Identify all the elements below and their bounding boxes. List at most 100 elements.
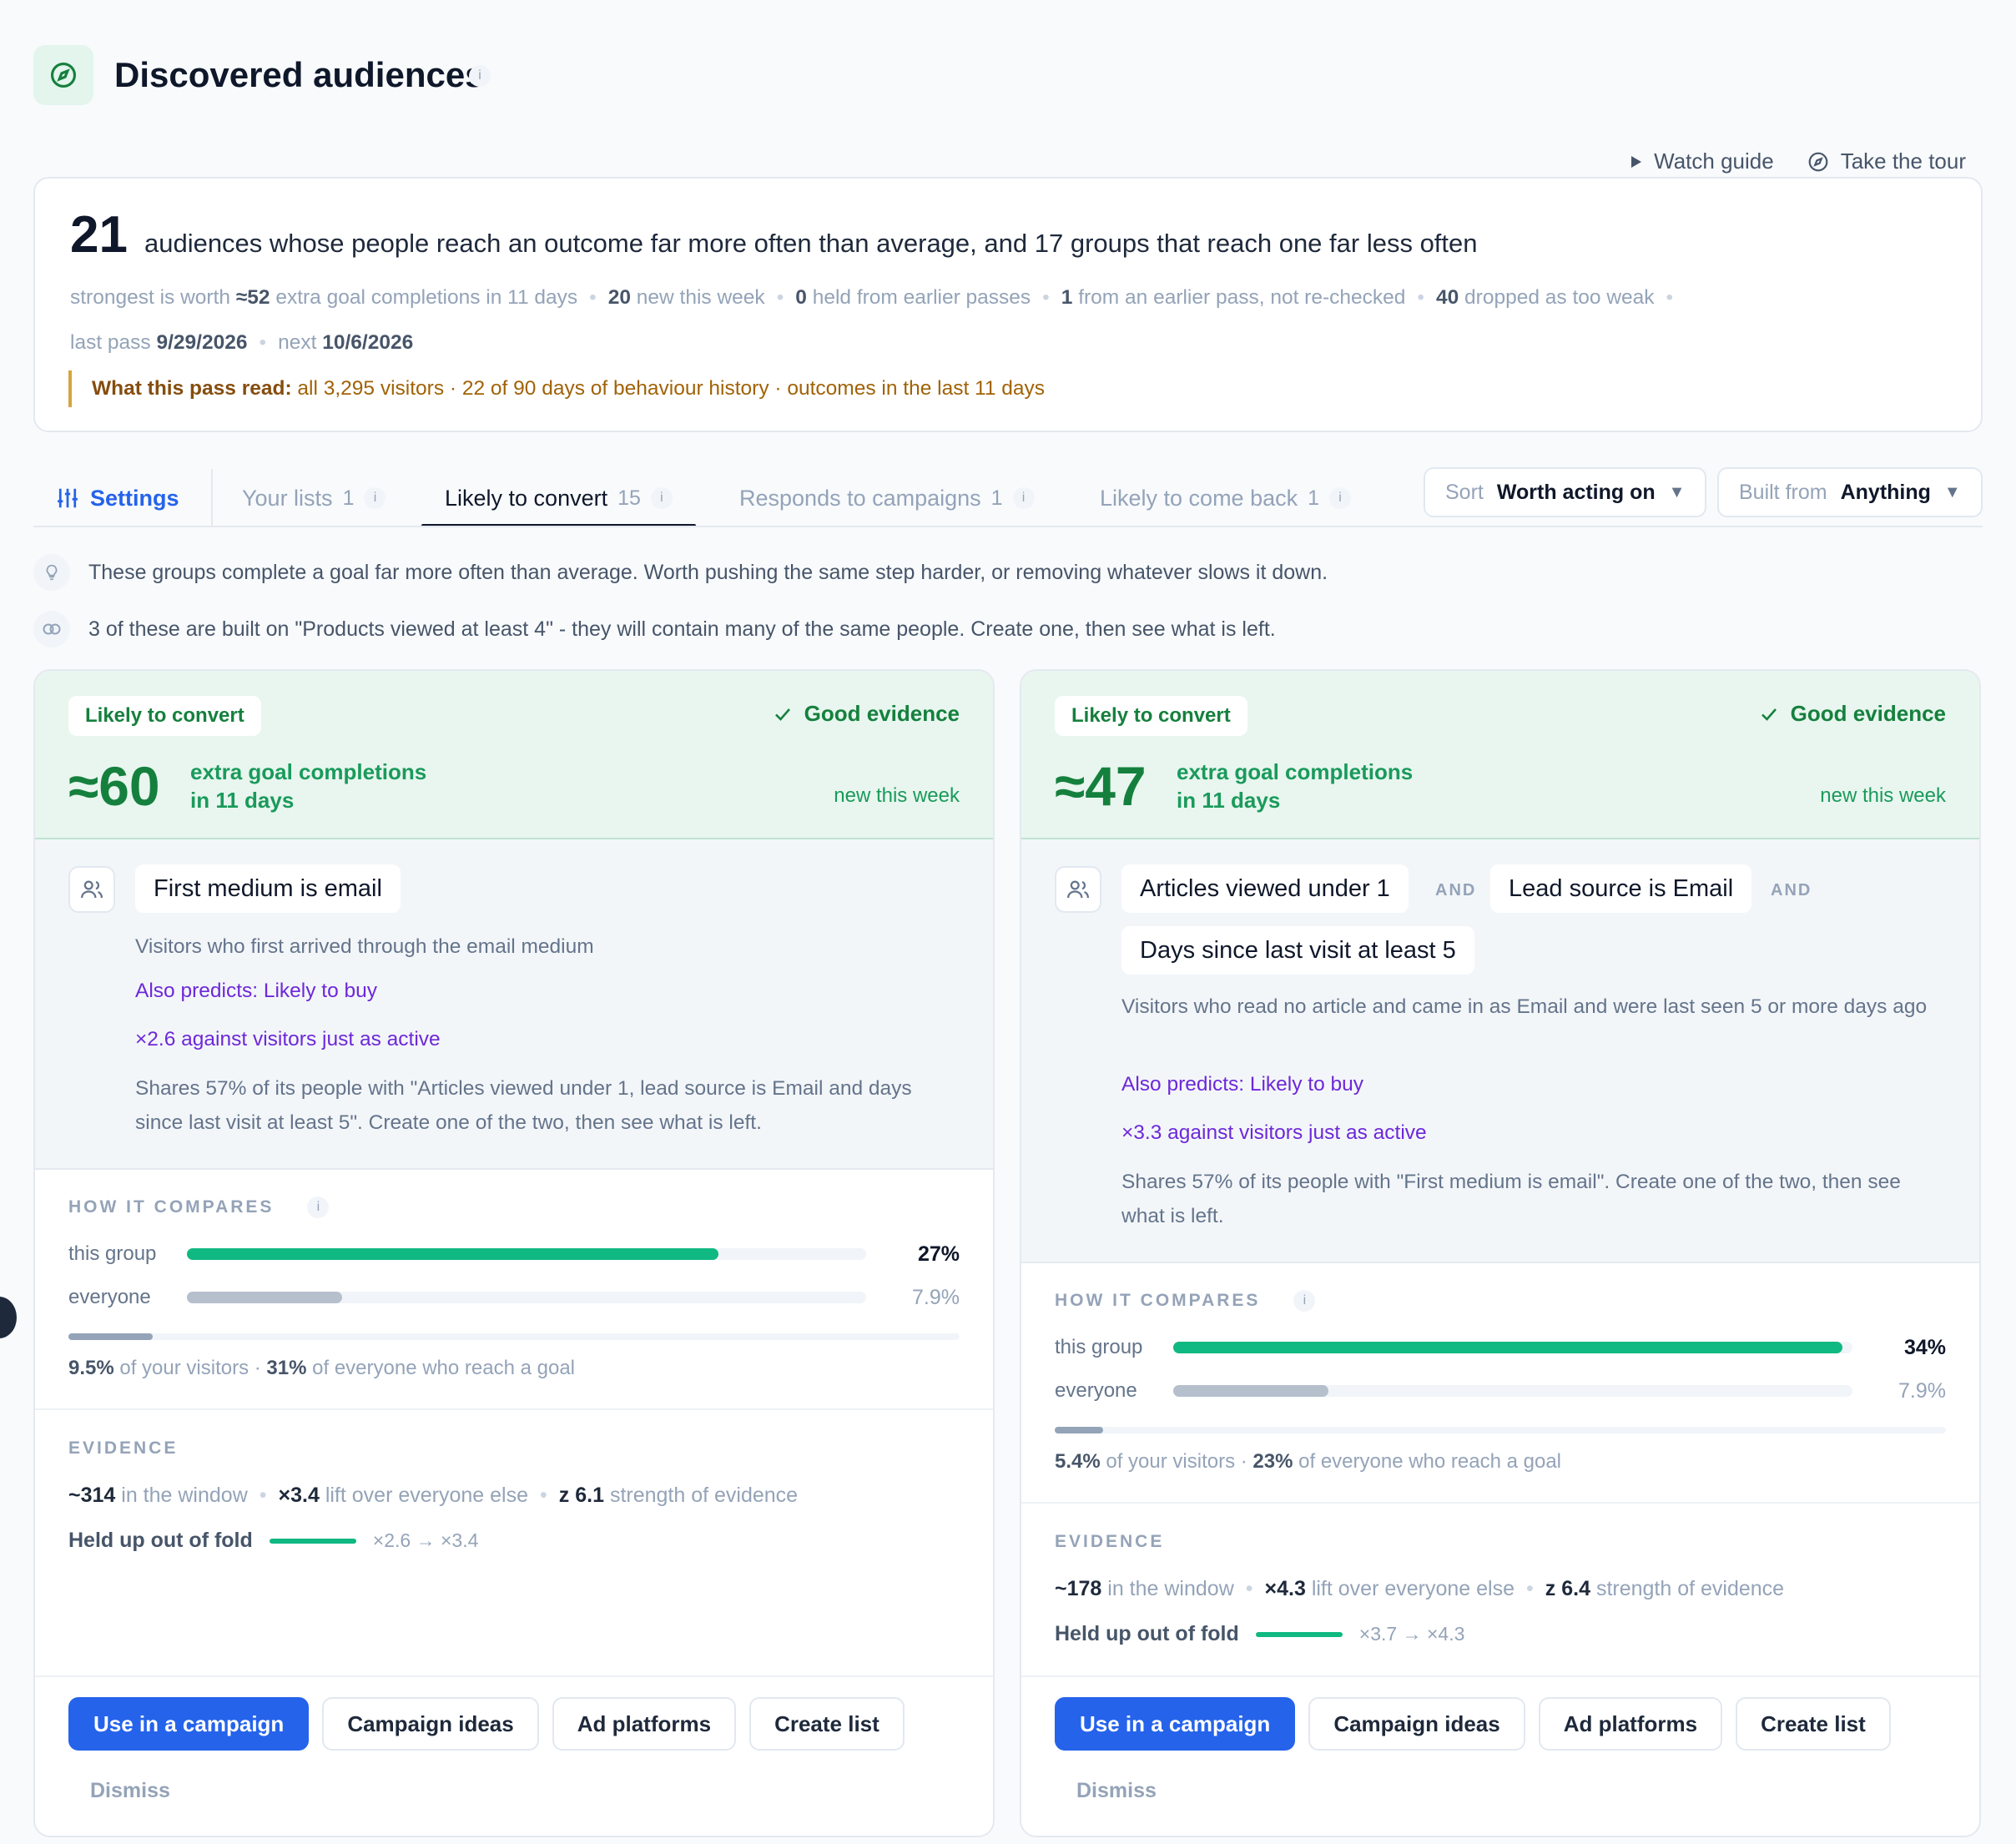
- in-window-label: in the window: [121, 1484, 248, 1507]
- lift-value: ×3.4: [278, 1484, 320, 1507]
- check-icon: [774, 708, 790, 721]
- watch-guide-link[interactable]: Watch guide: [1630, 149, 1774, 174]
- page-title: Discovered audiences: [114, 55, 485, 94]
- new-this-week-label: new this week: [834, 784, 960, 807]
- everyone-bar: [1173, 1385, 1329, 1397]
- against-active-link[interactable]: ×2.6 against visitors just as active: [135, 1028, 441, 1051]
- settings-tab[interactable]: Settings: [55, 472, 179, 524]
- of-everyone-label: of everyone who reach a goal: [312, 1357, 576, 1379]
- meta-next-pre: next: [278, 331, 317, 354]
- use-in-campaign-button[interactable]: Use in a campaign: [1055, 1697, 1296, 1751]
- extra-completions-label: extra goal completions in 11 days: [190, 758, 426, 814]
- card-actions: Use in a campaign Campaign ideas Ad plat…: [68, 1697, 905, 1751]
- settings-label: Settings: [90, 485, 179, 511]
- visitor-share-line: 5.4% of your visitors · 23% of everyone …: [1055, 1450, 1561, 1474]
- tab-count: 1: [342, 486, 355, 510]
- campaign-ideas-button[interactable]: Campaign ideas: [322, 1697, 539, 1751]
- side-drawer-handle[interactable]: [0, 1297, 17, 1338]
- built-from-value: Anything: [1840, 480, 1931, 504]
- take-tour-label: Take the tour: [1840, 149, 1966, 174]
- use-in-campaign-button[interactable]: Use in a campaign: [68, 1697, 310, 1751]
- of-visitors-label: of your visitors ·: [1106, 1450, 1247, 1473]
- pass-note: What this pass read: all 3,295 visitors …: [68, 370, 1045, 407]
- evidence-line: ~178 in the window • ×4.3 lift over everyo…: [1055, 1577, 1785, 1600]
- compass-icon: [1808, 152, 1828, 171]
- rule-chip[interactable]: First medium is email: [135, 864, 401, 913]
- tab-count: 1: [1308, 486, 1320, 510]
- tab-likely-to-convert[interactable]: Likely to convert 15 i: [421, 472, 696, 527]
- meta-last-pass-pre: last pass: [70, 331, 151, 354]
- info-icon[interactable]: i: [469, 65, 491, 87]
- tab-label: Your lists: [242, 485, 333, 511]
- create-list-button[interactable]: Create list: [749, 1697, 905, 1751]
- audience-count: 21: [70, 206, 128, 264]
- tab-likely-to-come-back[interactable]: Likely to come back 1 i: [1100, 472, 1352, 524]
- lightbulb-icon: [33, 554, 70, 591]
- built-from-select[interactable]: Built from Anything ▼: [1717, 467, 1983, 517]
- evidence-label: EVIDENCE: [1055, 1532, 1165, 1551]
- info-icon[interactable]: i: [1329, 487, 1352, 509]
- meta-earlier-post: from an earlier pass, not re-checked: [1078, 286, 1406, 309]
- info-icon[interactable]: i: [1293, 1290, 1316, 1312]
- summary-card: 21 audiences whose people reach an outco…: [33, 177, 1983, 432]
- everyone-label: everyone: [68, 1286, 151, 1308]
- ad-platforms-button[interactable]: Ad platforms: [1538, 1697, 1723, 1751]
- info-icon[interactable]: i: [650, 487, 673, 509]
- good-evidence-label: Good evidence: [1790, 701, 1946, 726]
- strength-label: strength of evidence: [609, 1484, 799, 1507]
- summary-meta: strongest is worth ≈52 extra goal comple…: [70, 286, 1674, 354]
- rule-chip[interactable]: Days since last visit at least 5: [1121, 926, 1474, 975]
- create-list-button[interactable]: Create list: [1736, 1697, 1891, 1751]
- section-divider: [1021, 1502, 1979, 1504]
- everyone-row: everyone 7.9%: [1055, 1378, 1946, 1403]
- meta-next-value: 10/6/2026: [322, 331, 414, 354]
- fold-range: ×3.7 → ×4.3: [1358, 1623, 1465, 1645]
- take-tour-link[interactable]: Take the tour: [1807, 149, 1966, 174]
- rule-chip[interactable]: Articles viewed under 1: [1121, 864, 1409, 913]
- everyone-bar: [187, 1292, 343, 1303]
- dismiss-button[interactable]: Dismiss: [90, 1779, 170, 1803]
- this-group-track: [1173, 1342, 1852, 1353]
- rule-chip[interactable]: Lead source is Email: [1490, 864, 1752, 913]
- card-header: Likely to convert Good evidence ≈60 extr…: [35, 671, 993, 839]
- dismiss-button[interactable]: Dismiss: [1076, 1779, 1157, 1803]
- this-group-bar: [187, 1248, 719, 1260]
- this-group-pct: 27%: [917, 1242, 960, 1266]
- tab-responds-to-campaigns[interactable]: Responds to campaigns 1 i: [739, 472, 1035, 524]
- also-predicts-link[interactable]: Also predicts: Likely to buy: [1121, 1073, 1363, 1096]
- against-active-link[interactable]: ×3.3 against visitors just as active: [1121, 1121, 1427, 1145]
- sort-select[interactable]: Sort Worth acting on ▼: [1424, 467, 1707, 517]
- label-line-1: extra goal completions: [190, 759, 427, 784]
- meta-new-value: 20: [607, 286, 631, 309]
- this-group-label: this group: [68, 1242, 157, 1265]
- info-icon[interactable]: i: [307, 1197, 330, 1218]
- everyone-pct: 7.9%: [1898, 1378, 1946, 1403]
- extra-completions-value: ≈60: [68, 755, 160, 817]
- watch-guide-label: Watch guide: [1654, 149, 1774, 174]
- sort-label: Sort: [1445, 480, 1484, 504]
- info-icon[interactable]: i: [364, 487, 386, 509]
- held-up-label: Held up out of fold: [68, 1529, 253, 1552]
- rule-description: Visitors who first arrived through the e…: [135, 935, 594, 958]
- everyone-label: everyone: [1055, 1379, 1137, 1402]
- tab-label: Likely to come back: [1100, 485, 1298, 511]
- campaign-ideas-button[interactable]: Campaign ideas: [1308, 1697, 1525, 1751]
- info-icon[interactable]: i: [1012, 487, 1035, 509]
- also-predicts-link[interactable]: Also predicts: Likely to buy: [135, 980, 377, 1003]
- extra-completions-label: extra goal completions in 11 days: [1177, 758, 1413, 814]
- ad-platforms-button[interactable]: Ad platforms: [552, 1697, 737, 1751]
- caret-down-icon: ▼: [1668, 482, 1686, 501]
- how-it-compares-label: HOW IT COMPARES i: [68, 1197, 330, 1218]
- tab-count: 1: [990, 486, 1003, 510]
- meta-strongest-pre: strongest is worth: [70, 286, 230, 309]
- hint-row: These groups complete a goal far more of…: [33, 554, 1328, 591]
- tab-your-lists[interactable]: Your lists 1 i: [242, 472, 386, 524]
- people-icon: [1055, 866, 1101, 913]
- visitor-share-track: [68, 1333, 960, 1340]
- caret-down-icon: ▼: [1943, 482, 1961, 501]
- tab-label: Likely to convert: [445, 485, 608, 511]
- sort-value: Worth acting on: [1496, 480, 1656, 504]
- audience-type-pill: Likely to convert: [1055, 696, 1247, 736]
- sliders-icon: [58, 488, 78, 508]
- tabs-underline: [33, 526, 1983, 527]
